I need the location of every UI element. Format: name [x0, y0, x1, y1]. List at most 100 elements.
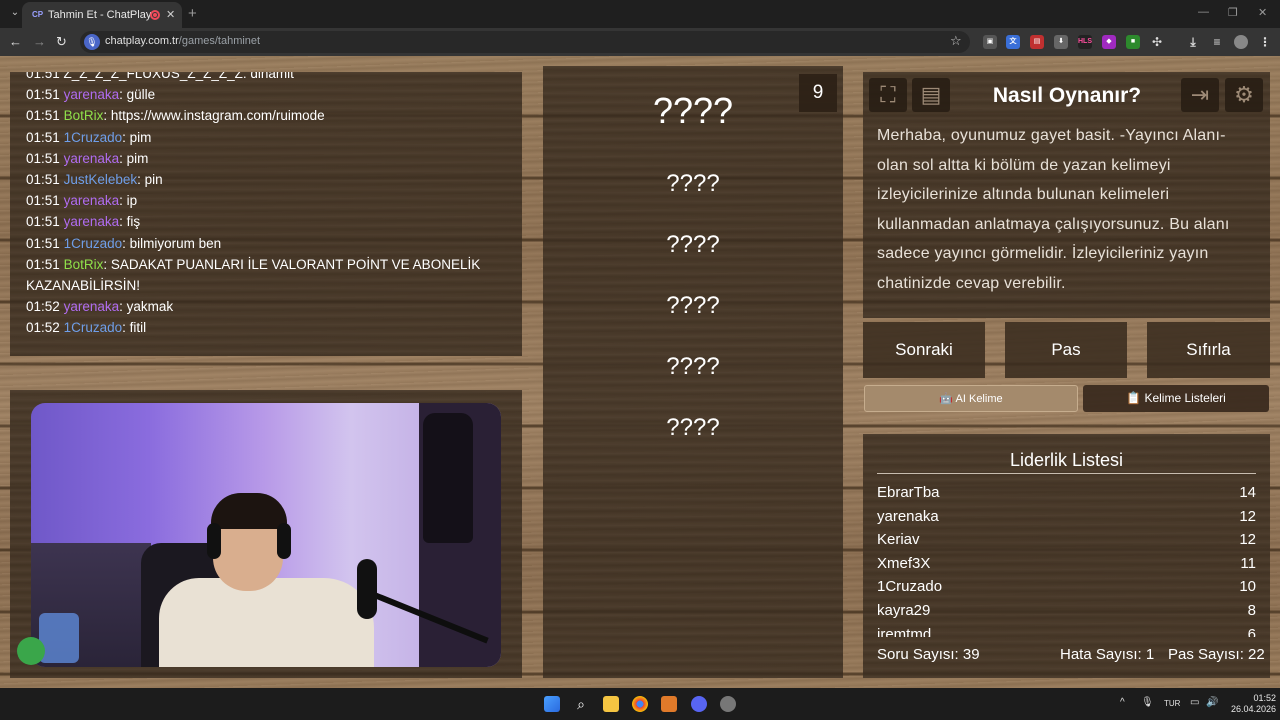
tab-search-icon[interactable]: ⌄ [8, 6, 22, 20]
chat-message: 01:52 1Cruzado: fitil [26, 317, 506, 338]
player-name: kayra29 [877, 601, 931, 619]
question-count: Soru Sayısı: 39 [877, 646, 980, 663]
chat-username[interactable]: 1Cruzado [64, 130, 123, 145]
translate-extension-icon[interactable]: 文 [1006, 35, 1020, 49]
chat-time: 01:52 [26, 320, 60, 336]
menu-dots-icon[interactable]: ⋮ [1258, 35, 1272, 49]
player-score: 11 [1240, 554, 1256, 572]
maximize-button[interactable]: ❐ [1228, 6, 1238, 19]
leaderboard-row: yarenaka 12 [877, 505, 1256, 529]
language-indicator[interactable]: TUR [1164, 699, 1180, 708]
player-name: EbrarTba [877, 484, 940, 501]
live-indicator[interactable] [17, 637, 45, 665]
extension-icon[interactable]: ▣ [983, 35, 997, 49]
site-info-icon[interactable]: 🎙 [84, 34, 100, 50]
chat-username[interactable]: 1Cruzado [64, 320, 123, 335]
download-extension-icon[interactable]: ⬇ [1054, 35, 1068, 49]
microphone-icon[interactable]: 🎙 [1141, 697, 1154, 708]
ai-word-button[interactable]: 🤖 AI Kelime [864, 385, 1078, 412]
window-close-button[interactable]: ✕ [1258, 6, 1267, 19]
chat-panel: 01:51 Z_Z_Z_Z_FLUXUS_Z_Z_Z_Z: dinamit 01… [10, 72, 522, 356]
url-domain: chatplay.com.tr [105, 35, 179, 47]
leaderboard-list[interactable]: EbrarTba 14 yarenaka 12 Keriav 12 Xmef3X 11 1Cru… [877, 481, 1256, 637]
settings-gear-icon[interactable]: ⚙ [1225, 78, 1263, 112]
browser-tab[interactable]: CP Tahmin Et - ChatPlay ✕ [22, 2, 182, 28]
reset-button[interactable]: Sıfırla [1147, 322, 1270, 378]
media-control-icon[interactable]: ≡ [1210, 35, 1224, 49]
chat-text: : ip [119, 193, 138, 209]
chat-username[interactable]: yarenaka [64, 299, 120, 314]
clock-time: 01:52 [1253, 693, 1276, 703]
player-name: Xmef3X [877, 554, 931, 572]
chat-message: 01:51 BotRix: SADAKAT PUANLARI İLE VALOR… [26, 254, 506, 296]
tab-title: Tahmin Et - ChatPlay [48, 9, 152, 21]
list-icon: 📋 [1126, 391, 1145, 405]
downloads-icon[interactable]: ⤓ [1186, 35, 1200, 49]
chat-username[interactable]: BotRix [64, 108, 104, 123]
browser-tab-bar: ⌄ CP Tahmin Et - ChatPlay ✕ + — ❐ ✕ [0, 0, 1280, 28]
network-icon[interactable]: ▭ [1190, 697, 1199, 708]
notes-icon[interactable]: ▤ [912, 78, 950, 112]
recording-icon [150, 10, 160, 20]
webcam-video [31, 403, 501, 667]
app-icon[interactable] [720, 696, 736, 712]
tab-close-icon[interactable]: ✕ [166, 8, 175, 21]
chat-text: : pin [137, 172, 163, 188]
app-icon[interactable] [661, 696, 677, 712]
chat-username[interactable]: JustKelebek [64, 172, 138, 187]
chat-time: 01:51 [26, 256, 60, 272]
extensions-puzzle-icon[interactable]: ✣ [1150, 35, 1164, 49]
chat-message: 01:51 1Cruzado: pim [26, 127, 506, 148]
address-bar: ← → ↻ 🎙 chatplay.com.tr/games/tahminet ☆… [0, 28, 1280, 56]
chat-text: : https://www.instagram.com/ruimode [103, 108, 325, 124]
volume-icon[interactable]: 🔊 [1206, 697, 1218, 708]
word-lists-button[interactable]: 📋 Kelime Listeleri [1083, 385, 1269, 412]
file-explorer-icon[interactable] [603, 696, 619, 712]
discord-icon[interactable] [691, 696, 707, 712]
leaderboard-row: iremtmd 6 [877, 623, 1256, 637]
extension-icon[interactable]: ▤ [1030, 35, 1044, 49]
exit-icon[interactable]: ⇥ [1181, 78, 1219, 112]
tray-chevron-icon[interactable]: ^ [1120, 697, 1125, 708]
error-count: Hata Sayısı: 1 [1060, 646, 1155, 663]
chat-username[interactable]: BotRix [64, 257, 104, 272]
back-button[interactable]: ← [9, 34, 22, 49]
taskbar-clock[interactable]: 01:52 26.04.2026 [1226, 693, 1276, 715]
chrome-icon[interactable] [632, 696, 648, 712]
url-input[interactable]: 🎙 chatplay.com.tr/games/tahminet ☆ [80, 31, 970, 53]
chat-message: 01:52 yarenaka: yakmak [26, 296, 506, 317]
player-score: 10 [1239, 578, 1256, 596]
chat-text: : pim [122, 129, 152, 145]
chat-time: 01:51 [26, 87, 60, 103]
extension-icon[interactable]: ◆ [1102, 35, 1116, 49]
url-path: /games/tahminet [178, 35, 261, 47]
fullscreen-icon[interactable]: ⛶ [869, 78, 907, 112]
new-tab-button[interactable]: + [188, 5, 197, 22]
forward-button[interactable]: → [33, 34, 46, 49]
chat-username[interactable]: yarenaka [64, 193, 120, 208]
minimize-button[interactable]: — [1198, 6, 1209, 18]
chat-username[interactable]: yarenaka [64, 214, 120, 229]
chat-time: 01:51 [26, 235, 60, 251]
robot-icon: 🤖 [939, 393, 956, 405]
reload-button[interactable]: ↻ [56, 34, 67, 50]
clock-date: 26.04.2026 [1230, 704, 1276, 714]
hls-extension-icon[interactable]: HLS [1078, 35, 1092, 49]
next-button[interactable]: Sonraki [863, 322, 985, 378]
forbidden-word: ???? [666, 231, 720, 258]
profile-avatar[interactable] [1234, 35, 1248, 49]
chat-username[interactable]: 1Cruzado [64, 236, 123, 251]
word-lists-label: Kelime Listeleri [1144, 391, 1226, 405]
chat-text: : bilmiyorum ben [122, 235, 222, 251]
bookmark-star-icon[interactable]: ☆ [950, 33, 962, 49]
leaderboard-row: Xmef3X 11 [877, 552, 1256, 576]
player-name: Keriav [877, 531, 920, 549]
start-windows-icon[interactable] [544, 696, 560, 712]
chat-username[interactable]: yarenaka [64, 151, 120, 166]
search-icon[interactable]: ⌕ [573, 696, 589, 712]
main-word: ???? [652, 90, 734, 131]
extension-icon[interactable]: ■ [1126, 35, 1140, 49]
player-score: 14 [1239, 484, 1256, 501]
chat-username[interactable]: yarenaka [64, 87, 120, 102]
pass-button[interactable]: Pas [1005, 322, 1127, 378]
